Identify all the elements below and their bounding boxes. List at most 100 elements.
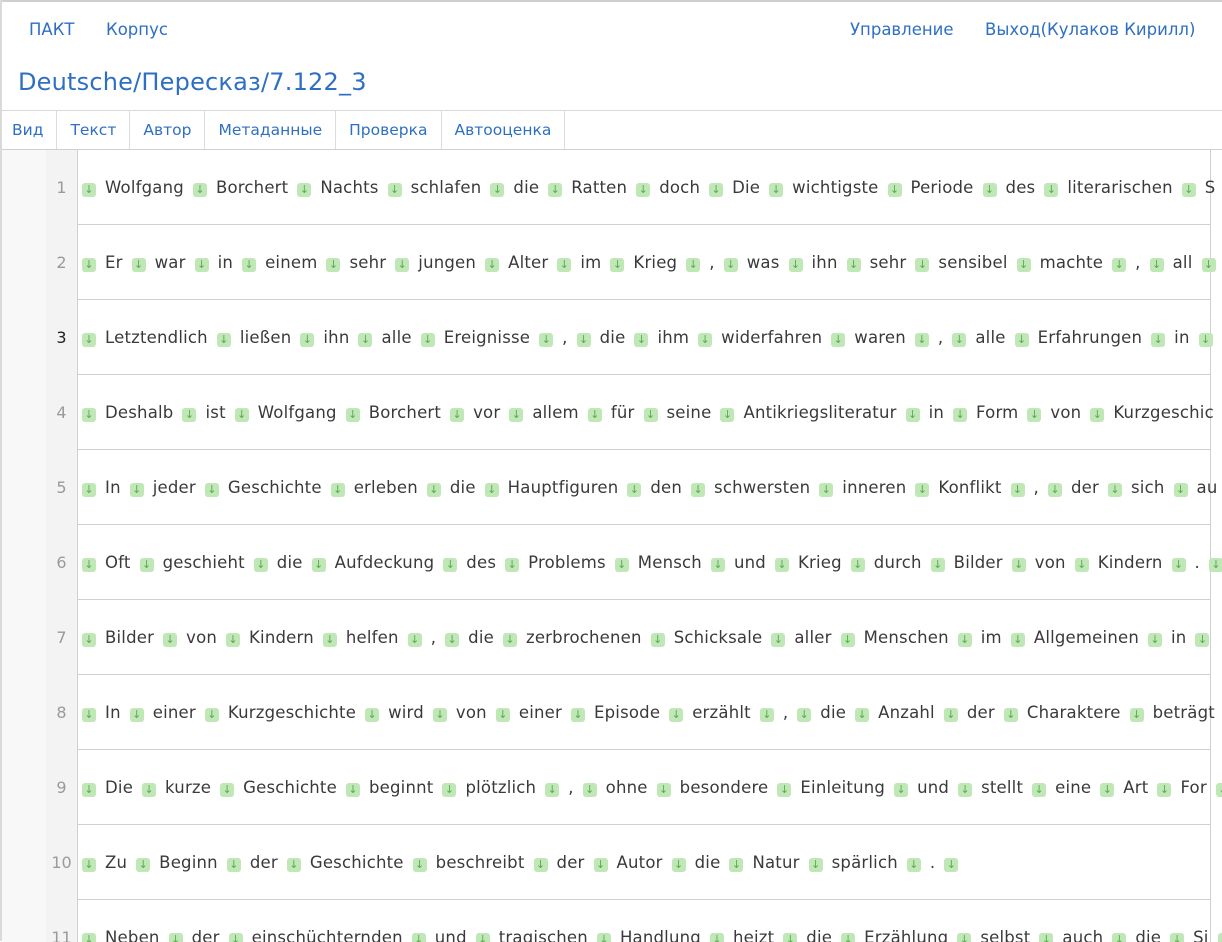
token-word[interactable]: au <box>1197 478 1218 497</box>
arrow-down-icon[interactable]: ↓ <box>82 708 96 722</box>
token-word[interactable]: auch <box>1062 928 1103 942</box>
arrow-down-icon[interactable]: ↓ <box>958 783 972 797</box>
arrow-down-icon[interactable]: ↓ <box>771 633 785 647</box>
arrow-down-icon[interactable]: ↓ <box>615 558 629 572</box>
token-word[interactable]: allem <box>532 403 579 422</box>
arrow-down-icon[interactable]: ↓ <box>82 183 96 197</box>
token-word[interactable]: tragischen <box>499 928 588 942</box>
token-word[interactable]: Wolfgang <box>105 178 184 197</box>
arrow-down-icon[interactable]: ↓ <box>711 558 725 572</box>
token-word[interactable]: In <box>105 478 121 497</box>
token-word[interactable]: war <box>155 253 186 272</box>
token-word[interactable]: der <box>192 928 220 942</box>
arrow-down-icon[interactable]: ↓ <box>672 858 686 872</box>
token-word[interactable]: Erzählung <box>864 928 948 942</box>
token-word[interactable]: Periode <box>911 178 974 197</box>
arrow-down-icon[interactable]: ↓ <box>819 483 833 497</box>
arrow-down-icon[interactable]: ↓ <box>627 483 641 497</box>
arrow-down-icon[interactable]: ↓ <box>1199 333 1213 347</box>
token-word[interactable]: der <box>250 853 278 872</box>
arrow-down-icon[interactable]: ↓ <box>421 333 435 347</box>
token-word[interactable]: doch <box>659 178 700 197</box>
arrow-down-icon[interactable]: ↓ <box>594 858 608 872</box>
token-word[interactable]: ohne <box>606 778 648 797</box>
token-word[interactable]: Zu <box>105 853 127 872</box>
token-word[interactable]: alle <box>975 328 1005 347</box>
token-word[interactable]: widerfahren <box>721 328 822 347</box>
tab-view[interactable]: Вид <box>0 111 57 149</box>
arrow-down-icon[interactable]: ↓ <box>485 258 499 272</box>
token-word[interactable]: im <box>580 253 601 272</box>
arrow-down-icon[interactable]: ↓ <box>300 333 314 347</box>
token-word[interactable]: vor <box>473 403 500 422</box>
arrow-down-icon[interactable]: ↓ <box>906 408 920 422</box>
token-word[interactable]: Geschichte <box>310 853 404 872</box>
arrow-down-icon[interactable]: ↓ <box>1112 258 1126 272</box>
token-word[interactable]: ihn <box>812 253 838 272</box>
token-word[interactable]: Nachts <box>320 178 378 197</box>
arrow-down-icon[interactable]: ↓ <box>952 333 966 347</box>
arrow-down-icon[interactable]: ↓ <box>1151 333 1165 347</box>
token-word[interactable]: , <box>562 328 567 347</box>
token-word[interactable]: ihm <box>657 328 689 347</box>
tab-autoscore[interactable]: Автооценка <box>442 111 566 149</box>
arrow-down-icon[interactable]: ↓ <box>720 408 734 422</box>
token-word[interactable]: beginnt <box>369 778 433 797</box>
arrow-down-icon[interactable]: ↓ <box>445 633 459 647</box>
token-word[interactable]: des <box>1006 178 1036 197</box>
arrow-down-icon[interactable]: ↓ <box>130 708 144 722</box>
token-word[interactable]: die <box>277 553 303 572</box>
arrow-down-icon[interactable]: ↓ <box>931 558 945 572</box>
token-word[interactable]: Kurzgeschic <box>1113 403 1214 422</box>
arrow-down-icon[interactable]: ↓ <box>485 483 499 497</box>
token-word[interactable]: Kindern <box>249 628 314 647</box>
line-number[interactable]: 2 <box>46 225 77 300</box>
token-word[interactable]: Form <box>976 403 1018 422</box>
token-word[interactable]: Autor <box>617 853 663 872</box>
token-word[interactable]: In <box>105 703 121 722</box>
arrow-down-icon[interactable]: ↓ <box>907 858 921 872</box>
arrow-down-icon[interactable]: ↓ <box>346 408 360 422</box>
token-word[interactable]: den <box>650 478 682 497</box>
arrow-down-icon[interactable]: ↓ <box>539 333 553 347</box>
token-word[interactable]: machte <box>1040 253 1104 272</box>
arrow-down-icon[interactable]: ↓ <box>944 858 958 872</box>
token-word[interactable]: ist <box>205 403 225 422</box>
token-word[interactable]: Ratten <box>571 178 627 197</box>
token-word[interactable]: sehr <box>349 253 386 272</box>
token-word[interactable]: Bilder <box>954 553 1003 572</box>
token-word[interactable]: in <box>929 403 944 422</box>
token-word[interactable]: Konflikt <box>938 478 1001 497</box>
arrow-down-icon[interactable]: ↓ <box>140 558 154 572</box>
token-word[interactable]: ihn <box>323 328 349 347</box>
arrow-down-icon[interactable]: ↓ <box>443 558 457 572</box>
arrow-down-icon[interactable]: ↓ <box>1195 633 1209 647</box>
arrow-down-icon[interactable]: ↓ <box>358 333 372 347</box>
token-word[interactable]: Borchert <box>216 178 288 197</box>
token-word[interactable]: einer <box>519 703 562 722</box>
arrow-down-icon[interactable]: ↓ <box>323 633 337 647</box>
arrow-down-icon[interactable]: ↓ <box>915 333 929 347</box>
arrow-down-icon[interactable]: ↓ <box>331 483 345 497</box>
arrow-down-icon[interactable]: ↓ <box>490 183 504 197</box>
token-word[interactable]: wichtigste <box>792 178 878 197</box>
token-word[interactable]: für <box>611 403 635 422</box>
arrow-down-icon[interactable]: ↓ <box>610 258 624 272</box>
token-word[interactable]: Geschichte <box>243 778 337 797</box>
token-word[interactable]: zerbrochenen <box>526 628 642 647</box>
token-word[interactable]: For <box>1180 778 1206 797</box>
token-word[interactable]: Oft <box>105 553 131 572</box>
arrow-down-icon[interactable]: ↓ <box>193 183 207 197</box>
arrow-down-icon[interactable]: ↓ <box>644 408 658 422</box>
token-word[interactable]: Mensch <box>638 553 702 572</box>
arrow-down-icon[interactable]: ↓ <box>1048 483 1062 497</box>
arrow-down-icon[interactable]: ↓ <box>847 258 861 272</box>
arrow-down-icon[interactable]: ↓ <box>636 183 650 197</box>
token-word[interactable]: in <box>1171 628 1186 647</box>
arrow-down-icon[interactable]: ↓ <box>413 858 427 872</box>
nav-link-pakt[interactable]: ПАКТ <box>29 20 75 39</box>
token-word[interactable]: die <box>468 628 494 647</box>
arrow-down-icon[interactable]: ↓ <box>297 183 311 197</box>
line-number[interactable]: 10 <box>46 825 77 900</box>
token-word[interactable]: Handlung <box>620 928 701 942</box>
